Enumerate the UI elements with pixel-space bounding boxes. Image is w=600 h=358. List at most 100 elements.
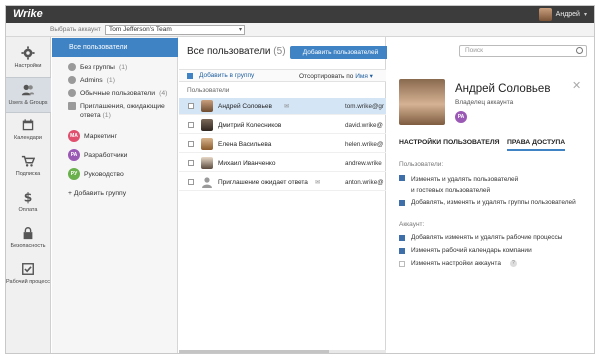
users-icon — [21, 84, 35, 96]
nav-workflow[interactable]: Рабочий процесс — [5, 257, 51, 293]
perm-manage-groups[interactable]: Добавлять, изменять и удалять группы пол… — [399, 199, 576, 206]
perm-calendar[interactable]: Изменять рабочий календарь компании — [399, 247, 532, 254]
perm-manage-users[interactable]: Изменять и удалять пользователей и госте… — [399, 174, 518, 196]
top-bar: Wrike Андрей ▾ — [5, 5, 595, 23]
nav-label: Рабочий процесс — [6, 279, 50, 285]
help-icon[interactable]: ? — [509, 260, 517, 267]
add-group-link[interactable]: + Добавить группу — [68, 190, 126, 197]
group-count: (1) — [102, 112, 111, 119]
profile-group-badges: РА — [455, 111, 467, 123]
row-checkbox[interactable] — [188, 179, 194, 185]
user-name: Андрей — [555, 10, 580, 18]
nav-calendars[interactable]: Календари — [5, 113, 51, 149]
user-detail-panel: Поиск Андрей Соловьев Владелец аккаунта … — [387, 37, 595, 354]
dollar-icon: $ — [24, 190, 33, 204]
row-checkbox[interactable] — [188, 160, 194, 166]
user-menu[interactable]: Андрей ▾ — [538, 7, 587, 21]
group-badge: РУ — [68, 168, 80, 180]
nav-label: Подписка — [15, 171, 41, 177]
user-name: Приглашение ожидает ответа — [218, 179, 308, 186]
group-label: Обычные пользователи — [80, 89, 156, 97]
group-no-group[interactable]: Без группы (1) — [68, 63, 127, 71]
user-name: Андрей Соловьев — [218, 103, 272, 110]
add-to-group-link[interactable]: Добавить в группу — [199, 72, 254, 79]
nav-users-groups[interactable]: Users & Groups — [5, 77, 51, 113]
admin-icon — [68, 76, 76, 84]
section-account-label: Аккаунт: — [399, 221, 425, 228]
list-toolbar: Добавить в группу Отсортировать по Имя ▾ — [179, 69, 386, 82]
add-users-button[interactable]: Добавить пользователей — [290, 46, 391, 59]
nav-label: Безопасность — [10, 243, 46, 249]
search-placeholder: Поиск — [465, 47, 484, 54]
perm-checkbox[interactable] — [399, 248, 405, 254]
group-marketing[interactable]: МА Маркетинг — [68, 130, 117, 142]
perm-checkbox[interactable] — [399, 175, 405, 181]
groups-panel: Все пользователи Без группы (1) Admins (… — [52, 37, 178, 354]
group-pending-invites[interactable]: Приглашения, ожидающие ответа (1) — [68, 102, 165, 120]
account-select[interactable]: Tom Jefferson's Team ▾ — [105, 25, 245, 35]
nav-security[interactable]: Безопасность — [5, 221, 51, 257]
lock-icon — [23, 227, 33, 240]
perm-checkbox[interactable] — [399, 235, 405, 241]
nav-label: Календари — [14, 135, 42, 141]
user-email: helen.wrike@ — [345, 141, 384, 148]
account-label: Выбрать аккаунт — [50, 26, 101, 33]
group-badge[interactable]: РА — [455, 111, 467, 123]
user-email: tom.wrike@gr — [345, 103, 384, 110]
group-all-users[interactable]: Все пользователи — [52, 38, 178, 57]
tab-user-settings[interactable]: НАСТРОЙКИ ПОЛЬЗОВАТЕЛЯ — [399, 139, 500, 146]
nav-subscription[interactable]: Подписка — [5, 149, 51, 185]
perm-text-2: и гостевых пользователей — [411, 187, 491, 194]
perm-text: Добавлять, изменять и удалять группы пол… — [411, 199, 576, 206]
user-email: anton.wrike@ — [345, 179, 384, 186]
group-badge: МА — [68, 130, 80, 142]
perm-text: Изменять и удалять пользователей — [411, 176, 519, 183]
account-value: Tom Jefferson's Team — [109, 26, 172, 33]
perm-workflows[interactable]: Добавлять изменять и удалять рабочие про… — [399, 234, 562, 241]
profile-role: Владелец аккаунта — [455, 99, 514, 106]
sort-control[interactable]: Отсортировать по Имя ▾ — [299, 72, 373, 80]
checkbox-icon — [22, 263, 34, 275]
perm-checkbox[interactable] — [399, 200, 405, 206]
group-label: Разработчики — [84, 151, 128, 159]
wrike-logo[interactable]: Wrike — [13, 8, 43, 20]
nav-label: Users & Groups — [8, 100, 48, 106]
table-row[interactable]: Михаил Иванченко andrew.wrike — [179, 155, 386, 172]
row-checkbox[interactable] — [188, 103, 194, 109]
close-icon[interactable]: ✕ — [572, 79, 581, 92]
profile-name: Андрей Соловьев — [455, 83, 551, 95]
tab-access-rights[interactable]: ПРАВА ДОСТУПА — [507, 139, 566, 151]
group-developers[interactable]: РА Разработчики — [68, 149, 127, 161]
search-input[interactable]: Поиск — [459, 45, 587, 57]
avatar — [201, 119, 213, 131]
perm-text: Добавлять изменять и удалять рабочие про… — [411, 234, 563, 241]
sort-value[interactable]: Имя ▾ — [355, 73, 373, 80]
group-management[interactable]: РУ Руководство — [68, 168, 124, 180]
table-row[interactable]: Елена Васильева helen.wrike@ — [179, 136, 386, 153]
table-row[interactable]: Приглашение ожидает ответа ✉ anton.wrike… — [179, 174, 386, 191]
select-all-checkbox[interactable] — [187, 73, 193, 79]
group-regular-users[interactable]: Обычные пользователи (4) — [68, 89, 167, 97]
group-label: Приглашения, ожидающие — [80, 103, 165, 110]
perm-account-settings[interactable]: Изменять настройки аккаунта ? — [399, 260, 517, 267]
svg-text:$: $ — [24, 190, 33, 204]
user-name: Михаил Иванченко — [218, 160, 276, 167]
horizontal-scrollbar[interactable] — [179, 350, 386, 354]
nav-settings[interactable]: Настройки — [5, 41, 51, 77]
table-row[interactable]: Андрей Соловьев ✉ tom.wrike@gr — [179, 98, 386, 115]
nav-billing[interactable]: $ Оплата — [5, 185, 51, 221]
search-icon[interactable] — [576, 47, 583, 54]
scroll-thumb[interactable] — [179, 350, 329, 354]
avatar — [201, 157, 213, 169]
table-row[interactable]: Дмитрий Колесников david.wrike@ — [179, 117, 386, 134]
user-name: Дмитрий Колесников — [218, 122, 282, 129]
users-title-text: Все пользователи — [187, 46, 271, 57]
group-admins[interactable]: Admins (1) — [68, 76, 115, 84]
nav-label: Настройки — [14, 63, 42, 69]
row-checkbox[interactable] — [188, 141, 194, 147]
row-checkbox[interactable] — [188, 122, 194, 128]
perm-checkbox[interactable] — [399, 261, 405, 267]
group-label: Маркетинг — [84, 132, 118, 140]
page-title: Все пользователи (5) — [187, 46, 286, 57]
gear-icon — [21, 46, 35, 60]
